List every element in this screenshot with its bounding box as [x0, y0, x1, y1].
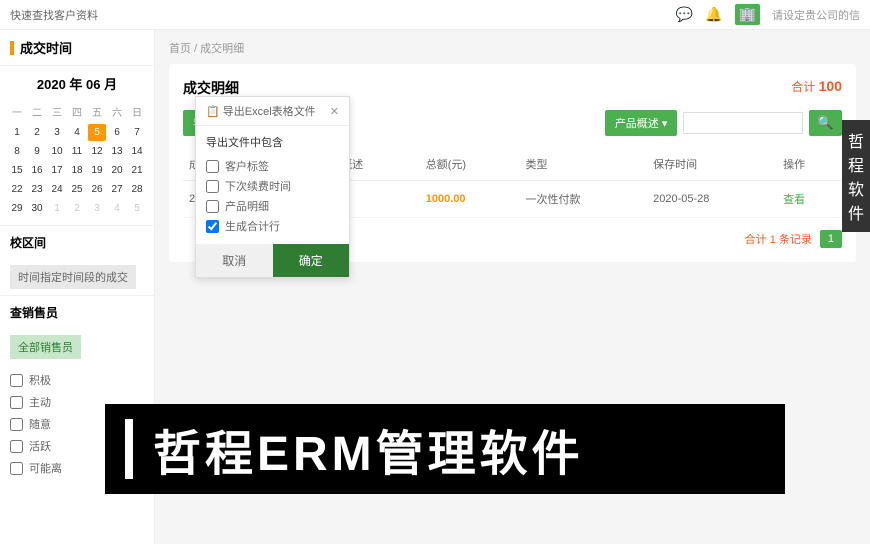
topbar-title: 快速查找客户资料 — [10, 7, 676, 23]
calendar-day[interactable]: 13 — [108, 143, 126, 160]
cancel-button[interactable]: 取消 — [196, 244, 273, 277]
calendar-day[interactable]: 21 — [128, 162, 146, 179]
calendar-day[interactable]: 4 — [108, 200, 126, 217]
sales-checkbox[interactable] — [10, 440, 23, 453]
calendar-day[interactable]: 2 — [28, 124, 46, 141]
calendar-day[interactable]: 16 — [28, 162, 46, 179]
breadcrumb: 首页 / 成交明细 — [169, 40, 856, 56]
calendar-day[interactable]: 12 — [88, 143, 106, 160]
export-option-checkbox[interactable] — [206, 180, 219, 193]
calendar-day[interactable]: 20 — [108, 162, 126, 179]
chat-icon[interactable]: 💬 — [676, 6, 693, 23]
calendar-day[interactable]: 30 — [28, 200, 46, 217]
calendar-day[interactable]: 17 — [48, 162, 66, 179]
sidebar-header: 成交时间 — [0, 30, 154, 66]
filter-button[interactable]: 产品概述 ▾ — [605, 110, 678, 136]
calendar-day[interactable]: 1 — [8, 124, 26, 141]
sales-checkbox[interactable] — [10, 396, 23, 409]
export-modal: 📋 导出Excel表格文件 ✕ 导出文件中包含 客户标签下次续费时间产品明细生成… — [195, 96, 350, 278]
calendar-day[interactable]: 4 — [68, 124, 86, 141]
calendar-day[interactable]: 10 — [48, 143, 66, 160]
banner: 哲程ERM管理软件 — [105, 404, 785, 494]
close-icon[interactable]: ✕ — [330, 105, 339, 118]
calendar-day[interactable]: 5 — [128, 200, 146, 217]
calendar-day[interactable]: 23 — [28, 181, 46, 198]
search-input[interactable] — [683, 112, 803, 134]
all-sales-button[interactable]: 全部销售员 — [10, 335, 81, 359]
calendar-title: 2020 年 06 月 — [8, 74, 146, 93]
sales-checkbox[interactable] — [10, 462, 23, 475]
company-text: 请设定贵公司的信 — [772, 7, 860, 23]
calendar-day[interactable]: 3 — [48, 124, 66, 141]
calendar-day[interactable]: 19 — [88, 162, 106, 179]
calendar-day[interactable]: 3 — [88, 200, 106, 217]
section-sales: 查销售员 — [0, 295, 154, 329]
calendar-day[interactable]: 24 — [48, 181, 66, 198]
calendar-day[interactable]: 25 — [68, 181, 86, 198]
export-option-checkbox[interactable] — [206, 200, 219, 213]
calendar-day[interactable]: 26 — [88, 181, 106, 198]
calendar-day[interactable]: 6 — [108, 124, 126, 141]
export-option-checkbox[interactable] — [206, 220, 219, 233]
pagination-page[interactable]: 1 — [820, 230, 842, 248]
calendar-day[interactable]: 9 — [28, 143, 46, 160]
view-link[interactable]: 查看 — [777, 181, 842, 218]
sales-checkbox[interactable] — [10, 374, 23, 387]
calendar-day[interactable]: 28 — [128, 181, 146, 198]
calendar-day[interactable]: 8 — [8, 143, 26, 160]
time-range-button[interactable]: 时间指定时间段的成交 — [10, 265, 136, 289]
calendar-day[interactable]: 11 — [68, 143, 86, 160]
calendar-day[interactable]: 15 — [8, 162, 26, 179]
calendar-day[interactable]: 7 — [128, 124, 146, 141]
calendar: 2020 年 06 月 一二三四五六日123456789101112131415… — [0, 66, 154, 225]
modal-label: 导出文件中包含 — [206, 134, 339, 150]
search-button[interactable]: 🔍 — [809, 110, 842, 136]
sales-checkbox[interactable] — [10, 418, 23, 431]
section-range: 校区间 — [0, 225, 154, 259]
calendar-day[interactable]: 29 — [8, 200, 26, 217]
calendar-day[interactable]: 27 — [108, 181, 126, 198]
calendar-day[interactable]: 14 — [128, 143, 146, 160]
calendar-grid[interactable]: 一二三四五六日123456789101112131415161718192021… — [8, 101, 146, 217]
modal-options: 客户标签下次续费时间产品明细生成合计行 — [206, 156, 339, 236]
banner-bar — [125, 419, 133, 479]
calendar-day[interactable]: 5 — [88, 124, 106, 141]
confirm-button[interactable]: 确定 — [273, 244, 350, 277]
modal-title: 📋 导出Excel表格文件 — [206, 103, 316, 119]
export-option-checkbox[interactable] — [206, 160, 219, 173]
summary-total: 合计 100 — [791, 78, 842, 98]
building-icon[interactable]: 🏢 — [735, 4, 760, 25]
banner-text: 哲程ERM管理软件 — [153, 414, 584, 484]
topbar: 快速查找客户资料 💬 🔔 🏢 请设定贵公司的信 — [0, 0, 870, 30]
page-title: 成交明细 — [183, 78, 239, 98]
calendar-day[interactable]: 1 — [48, 200, 66, 217]
side-tag: 哲程软件 — [842, 120, 870, 232]
calendar-day[interactable]: 18 — [68, 162, 86, 179]
calendar-day[interactable]: 22 — [8, 181, 26, 198]
calendar-day[interactable]: 2 — [68, 200, 86, 217]
pagination-info: 合计 1 条记录 — [745, 231, 812, 247]
bell-icon[interactable]: 🔔 — [705, 6, 722, 23]
